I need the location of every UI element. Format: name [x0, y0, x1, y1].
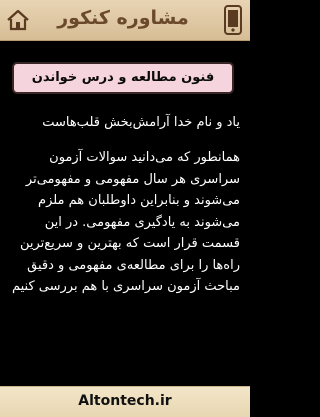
home-icon: [7, 9, 29, 31]
article-content: یاد و نام خدا آرامش‌بخش قلب‌هاست همانطور…: [8, 113, 240, 298]
paragraph-line: سراسری هر سال مفهومی و مفهومی‌تر: [25, 171, 240, 187]
paragraph-line: راه‌ها را برای مطالعه‌ی مفهومی و دقیق: [27, 257, 240, 273]
footer-site-link[interactable]: Altontech.ir: [0, 393, 250, 409]
section-header: فنون مطالعه و درس خواندن: [12, 62, 234, 94]
app-title: مشاوره کنکور: [57, 7, 189, 29]
home-button[interactable]: [6, 9, 30, 31]
paragraph-line: قسمت قرار است که بهترین و سریع‌ترین: [20, 236, 240, 251]
header-bar: مشاوره کنکور: [0, 0, 250, 41]
footer-bar: Altontech.ir: [0, 386, 250, 417]
section-title: فنون مطالعه و درس خواندن: [31, 70, 215, 85]
paragraph-line: مباحث آزمون سراسری با هم بررسی کنیم: [11, 279, 240, 294]
intro-text: یاد و نام خدا آرامش‌بخش قلب‌هاست: [42, 115, 240, 130]
paragraph-line: می‌شوند به یادگیری مفهومی. در این: [44, 214, 240, 230]
phone-icon: [224, 5, 242, 35]
paragraph-line: همانطور که می‌دانید سوالات آزمون: [49, 150, 240, 165]
paragraph-line: می‌شوند و بنابراین داوطلبان هم ملزم: [38, 193, 240, 208]
phone-button[interactable]: [222, 5, 244, 35]
